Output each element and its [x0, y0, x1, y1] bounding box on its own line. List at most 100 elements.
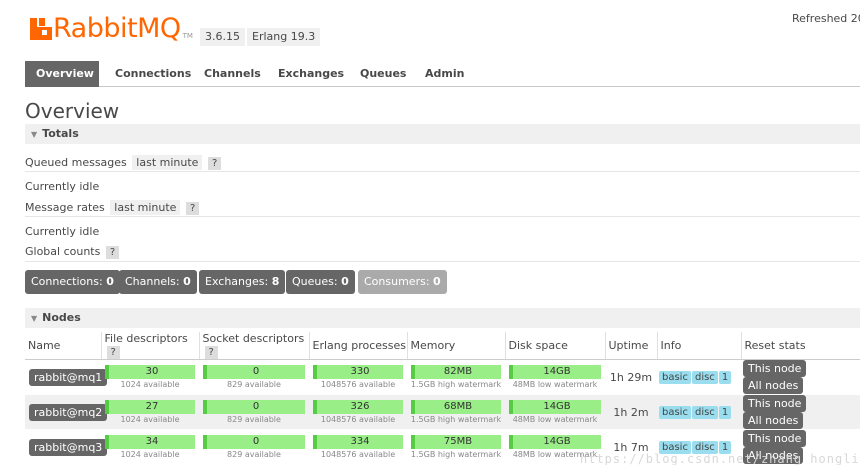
queued-idle-text: Currently idle — [25, 180, 100, 193]
queues-count-value: 0 — [341, 275, 349, 288]
info-tag-count: 1 — [718, 406, 732, 419]
queued-messages-help-icon[interactable]: ? — [207, 157, 222, 170]
file-descriptors-bar: 34 — [105, 434, 195, 449]
connections-count-value: 0 — [106, 275, 114, 288]
divider — [25, 171, 860, 172]
disk-space-bar: 14GB — [509, 434, 601, 449]
col-disk-space: Disk space — [505, 332, 606, 360]
col-memory: Memory — [407, 332, 506, 360]
col-reset-stats: Reset stats — [741, 332, 860, 360]
reset-all-nodes-button[interactable]: All nodes — [743, 377, 804, 394]
rabbitmq-logo-icon — [30, 18, 52, 40]
nodes-section-header[interactable]: ▼ Nodes — [25, 308, 860, 328]
totals-section-header[interactable]: ▼ Totals — [25, 124, 860, 144]
info-tag-count: 1 — [718, 371, 732, 384]
memory-bar: 82MB — [411, 364, 501, 379]
divider — [25, 261, 860, 262]
node-name-button[interactable]: rabbit@mq2 — [29, 403, 108, 421]
node-name-button[interactable]: rabbit@mq3 — [29, 438, 108, 456]
memory-bar: 75MB — [411, 434, 501, 449]
file-descriptors-available: 1024 available — [120, 414, 180, 424]
memory-watermark: 1.5GB high watermark — [410, 414, 502, 424]
message-rates-help-icon[interactable]: ? — [185, 202, 200, 215]
erlang-processes-available: 1048576 available — [320, 379, 396, 389]
socket-descriptors-available: 829 available — [227, 449, 281, 459]
consumers-count-label: Consumers: — [364, 275, 430, 288]
queued-messages-label: Queued messages — [25, 156, 127, 169]
nodes-label: Nodes — [42, 311, 81, 324]
message-rates-label: Message rates — [25, 201, 105, 214]
tab-queues[interactable]: Queues — [349, 61, 417, 87]
socket-descriptors-bar: 0 — [203, 399, 305, 414]
memory-watermark: 1.5GB high watermark — [410, 449, 502, 459]
reset-this-node-button[interactable]: This node — [743, 360, 807, 377]
global-counts-label: Global counts — [25, 245, 101, 258]
tab-channels[interactable]: Channels — [193, 61, 272, 87]
refreshed-status[interactable]: Refreshed 201 — [792, 12, 860, 25]
info-tag-basic: basic — [659, 371, 691, 384]
message-rates-range-selector[interactable]: last minute — [110, 200, 181, 215]
erlang-processes-available: 1048576 available — [320, 414, 396, 424]
nodes-table-header: Name File descriptors ? Socket descripto… — [25, 332, 860, 360]
exchanges-count-label: Exchanges: — [205, 275, 269, 288]
col-uptime: Uptime — [605, 332, 658, 360]
socket-descriptors-bar: 0 — [203, 364, 305, 379]
file-descriptors-available: 1024 available — [120, 449, 180, 459]
socket-descriptors-available: 829 available — [227, 379, 281, 389]
queues-count-button[interactable]: Queues: 0 — [286, 270, 355, 294]
tab-connections[interactable]: Connections — [104, 61, 202, 87]
logo-text: RabbitMQ — [53, 13, 181, 44]
channels-count-value: 0 — [183, 275, 191, 288]
erlang-version-badge: Erlang 19.3 — [247, 28, 321, 46]
file-descriptors-available: 1024 available — [120, 379, 180, 389]
info-tag-basic: basic — [659, 406, 691, 419]
col-socket-descriptors: Socket descriptors ? — [199, 332, 310, 360]
collapse-triangle-icon: ▼ — [31, 130, 38, 139]
disk-watermark: 48MB low watermark — [512, 379, 598, 389]
reset-this-node-button[interactable]: This node — [743, 430, 807, 447]
file-descriptors-bar: 27 — [105, 399, 195, 414]
memory-watermark: 1.5GB high watermark — [410, 379, 502, 389]
connections-count-button[interactable]: Connections: 0 — [25, 270, 120, 294]
col-info: Info — [657, 332, 742, 360]
col-file-descriptors: File descriptors ? — [101, 332, 200, 360]
col-socket-descriptors-label: Socket descriptors — [202, 332, 305, 345]
table-row: rabbit@mq1 30 1024 available 0 829 availab… — [25, 359, 860, 395]
queued-messages-range-selector[interactable]: last minute — [132, 155, 203, 170]
info-tag-disc: disc — [691, 406, 718, 419]
socket-descriptors-help-icon[interactable]: ? — [204, 346, 218, 359]
file-descriptors-help-icon[interactable]: ? — [106, 346, 120, 359]
consumers-count-button[interactable]: Consumers: 0 — [358, 270, 447, 294]
consumers-count-value: 0 — [433, 275, 441, 288]
reset-this-node-button[interactable]: This node — [743, 395, 807, 412]
nodes-table: Name File descriptors ? Socket descripto… — [25, 332, 860, 465]
logo-trademark: TM — [182, 32, 193, 40]
queued-messages-row: Queued messages last minute ? — [25, 155, 222, 170]
totals-label: Totals — [42, 127, 79, 140]
erlang-processes-bar: 334 — [313, 434, 403, 449]
exchanges-count-button[interactable]: Exchanges: 8 — [199, 270, 286, 294]
message-rates-row: Message rates last minute ? — [25, 200, 200, 215]
rates-idle-text: Currently idle — [25, 225, 100, 238]
info-tag-disc: disc — [691, 371, 718, 384]
uptime-value: 1h 2m — [605, 394, 657, 430]
channels-count-button[interactable]: Channels: 0 — [119, 270, 197, 294]
socket-descriptors-bar: 0 — [203, 434, 305, 449]
main-nav-tabs: Overview Connections Channels Exchanges … — [25, 61, 860, 87]
table-row: rabbit@mq2 27 1024 available 0 829 availab… — [25, 394, 860, 430]
exchanges-count-value: 8 — [271, 275, 280, 288]
disk-space-bar: 14GB — [509, 364, 601, 379]
global-counts-help-icon[interactable]: ? — [105, 246, 120, 259]
disk-space-bar: 14GB — [509, 399, 601, 414]
col-erlang-processes: Erlang processes — [309, 332, 408, 360]
erlang-processes-bar: 326 — [313, 399, 403, 414]
tab-exchanges[interactable]: Exchanges — [267, 61, 355, 87]
erlang-processes-bar: 330 — [313, 364, 403, 379]
tab-admin[interactable]: Admin — [414, 61, 475, 87]
tab-overview[interactable]: Overview — [25, 61, 99, 87]
node-name-button[interactable]: rabbit@mq1 — [29, 368, 108, 386]
rabbitmq-logo[interactable]: RabbitMQ TM — [30, 14, 193, 44]
watermark-text: https://blog.csdn.net/zhang_hongli_11 — [580, 452, 860, 465]
col-name: Name — [25, 332, 102, 360]
reset-all-nodes-button[interactable]: All nodes — [743, 412, 804, 429]
